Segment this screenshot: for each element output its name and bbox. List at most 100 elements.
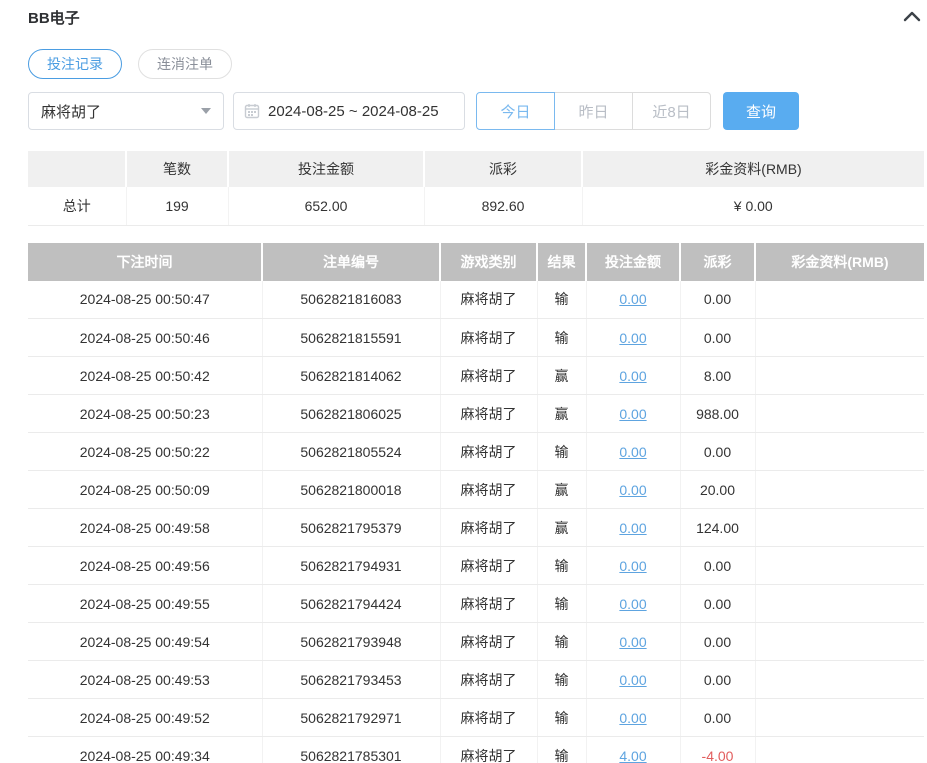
bet-amount-link[interactable]: 0.00 <box>619 634 646 650</box>
cell-bonus <box>755 547 924 585</box>
cell-bonus <box>755 737 924 763</box>
cell-game-type: 麻将胡了 <box>440 585 537 623</box>
cell-result: 输 <box>537 699 586 737</box>
cell-result: 输 <box>537 281 586 319</box>
cell-result: 输 <box>537 623 586 661</box>
collapse-button[interactable] <box>900 5 924 29</box>
cell-bet-time: 2024-08-25 00:50:22 <box>28 433 262 471</box>
cell-order-number: 5062821794931 <box>262 547 440 585</box>
table-row: 2024-08-25 00:49:34 5062821785301 麻将胡了 输… <box>28 737 924 763</box>
bet-amount-link[interactable]: 0.00 <box>619 330 646 346</box>
bet-amount-link[interactable]: 0.00 <box>619 406 646 422</box>
cell-result: 赢 <box>537 471 586 509</box>
cell-payout: 124.00 <box>680 509 755 547</box>
cell-payout: 988.00 <box>680 395 755 433</box>
cell-game-type: 麻将胡了 <box>440 509 537 547</box>
query-button[interactable]: 查询 <box>723 92 799 130</box>
summary-col-blank <box>28 151 126 187</box>
cell-result: 赢 <box>537 357 586 395</box>
col-bonus: 彩金资料(RMB) <box>755 243 924 281</box>
cell-payout: 20.00 <box>680 471 755 509</box>
cell-bet-time: 2024-08-25 00:49:55 <box>28 585 262 623</box>
table-row: 2024-08-25 00:50:46 5062821815591 麻将胡了 输… <box>28 319 924 357</box>
cell-bet-amount: 0.00 <box>586 547 680 585</box>
cell-result: 输 <box>537 433 586 471</box>
game-type-value: 麻将胡了 <box>41 101 101 122</box>
date-range-input[interactable]: 2024-08-25 ~ 2024-08-25 <box>233 92 465 130</box>
bet-table-body: 2024-08-25 00:50:47 5062821816083 麻将胡了 输… <box>28 281 924 763</box>
quick-date-group: 今日 昨日 近8日 <box>476 92 711 130</box>
cell-bet-amount: 0.00 <box>586 699 680 737</box>
filter-bar: 麻将胡了 2024-08-25 ~ 2024-08-25 今日 昨日 近8日 查… <box>28 92 924 130</box>
cell-game-type: 麻将胡了 <box>440 471 537 509</box>
bet-amount-link[interactable]: 4.00 <box>619 748 646 763</box>
summary-col-count: 笔数 <box>126 151 228 187</box>
cell-bet-amount: 0.00 <box>586 433 680 471</box>
cell-bet-time: 2024-08-25 00:50:09 <box>28 471 262 509</box>
cell-game-type: 麻将胡了 <box>440 699 537 737</box>
cell-bet-amount: 0.00 <box>586 281 680 319</box>
bet-amount-link[interactable]: 0.00 <box>619 558 646 574</box>
cell-bonus <box>755 661 924 699</box>
cell-order-number: 5062821794424 <box>262 585 440 623</box>
cell-game-type: 麻将胡了 <box>440 547 537 585</box>
cell-game-type: 麻将胡了 <box>440 395 537 433</box>
tab-cancelled-orders[interactable]: 连消注单 <box>138 49 232 79</box>
cell-game-type: 麻将胡了 <box>440 357 537 395</box>
cell-result: 赢 <box>537 395 586 433</box>
summary-total-bonus: ¥ 0.00 <box>582 187 924 225</box>
table-row: 2024-08-25 00:50:23 5062821806025 麻将胡了 赢… <box>28 395 924 433</box>
cell-bet-time: 2024-08-25 00:50:47 <box>28 281 262 319</box>
bet-amount-link[interactable]: 0.00 <box>619 368 646 384</box>
cell-bonus <box>755 509 924 547</box>
cell-result: 输 <box>537 547 586 585</box>
bet-amount-link[interactable]: 0.00 <box>619 710 646 726</box>
col-result: 结果 <box>537 243 586 281</box>
bet-amount-link[interactable]: 0.00 <box>619 482 646 498</box>
cell-order-number: 5062821795379 <box>262 509 440 547</box>
summary-total-label: 总计 <box>28 187 126 225</box>
cell-order-number: 5062821815591 <box>262 319 440 357</box>
cell-bet-amount: 0.00 <box>586 623 680 661</box>
cell-result: 赢 <box>537 509 586 547</box>
col-game-type: 游戏类别 <box>440 243 537 281</box>
table-row: 2024-08-25 00:49:58 5062821795379 麻将胡了 赢… <box>28 509 924 547</box>
game-type-select[interactable]: 麻将胡了 <box>28 92 224 130</box>
quick-button-last8days[interactable]: 近8日 <box>632 92 711 130</box>
table-row: 2024-08-25 00:49:56 5062821794931 麻将胡了 输… <box>28 547 924 585</box>
bet-amount-link[interactable]: 0.00 <box>619 672 646 688</box>
bet-amount-link[interactable]: 0.00 <box>619 444 646 460</box>
chevron-down-icon <box>201 108 211 114</box>
cell-bet-time: 2024-08-25 00:50:23 <box>28 395 262 433</box>
cell-bonus <box>755 623 924 661</box>
cell-payout: 0.00 <box>680 623 755 661</box>
cell-bet-time: 2024-08-25 00:49:54 <box>28 623 262 661</box>
date-range-value: 2024-08-25 ~ 2024-08-25 <box>268 103 439 120</box>
cell-bet-amount: 0.00 <box>586 319 680 357</box>
panel: BB电子 投注记录 连消注单 麻将胡了 2024-08-25 ~ 2024-08… <box>0 0 927 763</box>
calendar-icon <box>244 103 260 119</box>
quick-button-today[interactable]: 今日 <box>476 92 555 130</box>
cell-bet-amount: 0.00 <box>586 509 680 547</box>
cell-bonus <box>755 281 924 319</box>
table-row: 2024-08-25 00:50:22 5062821805524 麻将胡了 输… <box>28 433 924 471</box>
cell-order-number: 5062821806025 <box>262 395 440 433</box>
tab-bet-records[interactable]: 投注记录 <box>28 49 122 79</box>
bet-amount-link[interactable]: 0.00 <box>619 596 646 612</box>
summary-total-count: 199 <box>126 187 228 225</box>
table-row: 2024-08-25 00:49:54 5062821793948 麻将胡了 输… <box>28 623 924 661</box>
cell-bonus <box>755 319 924 357</box>
chevron-up-icon <box>903 10 921 25</box>
cell-payout: 0.00 <box>680 699 755 737</box>
bet-amount-link[interactable]: 0.00 <box>619 291 646 307</box>
cell-result: 输 <box>537 319 586 357</box>
cell-game-type: 麻将胡了 <box>440 433 537 471</box>
col-bet-amount: 投注金额 <box>586 243 680 281</box>
panel-header: BB电子 <box>28 4 924 30</box>
cell-bet-amount: 0.00 <box>586 585 680 623</box>
cell-bonus <box>755 471 924 509</box>
table-row: 2024-08-25 00:49:55 5062821794424 麻将胡了 输… <box>28 585 924 623</box>
quick-button-yesterday[interactable]: 昨日 <box>554 92 633 130</box>
bet-table: 下注时间 注单编号 游戏类别 结果 投注金额 派彩 彩金资料(RMB) 2024… <box>28 243 924 763</box>
bet-amount-link[interactable]: 0.00 <box>619 520 646 536</box>
